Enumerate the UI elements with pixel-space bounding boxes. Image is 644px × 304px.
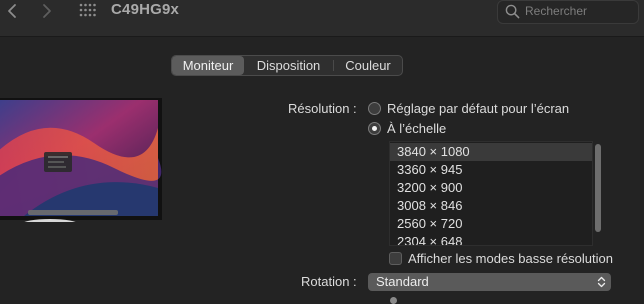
chevron-left-icon [8,4,16,18]
tab-moniteur[interactable]: Moniteur [172,56,244,75]
search-field[interactable] [497,0,639,24]
monitor-preview-image [0,98,162,222]
tab-bar: Moniteur Disposition Couleur [171,55,403,76]
low-res-checkbox[interactable] [389,252,402,265]
list-item[interactable]: 3008 × 846 [390,197,592,215]
resolution-list[interactable]: 3840 × 1080 3360 × 945 3200 × 900 3008 ×… [389,141,593,246]
resolution-list-scrollbar[interactable] [595,144,601,232]
partial-control-indicator [390,297,397,304]
rotation-select-value: Standard [376,274,429,289]
list-item[interactable]: 3200 × 900 [390,179,592,197]
list-item[interactable]: 2560 × 720 [390,215,592,233]
rotation-select[interactable]: Standard [368,273,611,291]
chevron-updown-icon [597,276,606,288]
low-res-checkbox-label: Afficher les modes basse résolution [408,251,613,266]
list-item[interactable]: 3360 × 945 [390,161,592,179]
rotation-label: Rotation : [301,274,357,289]
grid-icon [79,3,96,17]
back-button[interactable] [4,2,22,20]
show-all-button[interactable] [79,3,97,17]
window-title: C49HG9x [111,1,180,18]
default-resolution-label: Réglage par défaut pour l’écran [387,101,570,116]
scaled-resolution-label: À l’échelle [387,121,447,136]
resolution-label: Résolution : [288,101,357,116]
chevron-right-icon [43,4,51,18]
list-item[interactable]: 2304 × 648 [390,233,592,245]
forward-button[interactable] [37,2,55,20]
radio-scaled-resolution[interactable] [368,122,381,135]
tab-couleur[interactable]: Couleur [334,56,402,75]
list-item[interactable]: 3840 × 1080 [390,143,592,161]
window-toolbar: C49HG9x [0,0,644,37]
search-icon [505,4,520,19]
radio-default-resolution[interactable] [368,102,381,115]
search-input[interactable] [525,2,633,20]
tab-disposition[interactable]: Disposition [244,56,333,75]
monitor-preview [0,98,162,222]
